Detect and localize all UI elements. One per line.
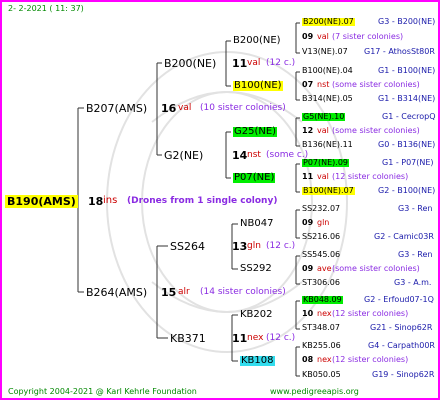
gen4-count: 12 (302, 126, 314, 135)
root-mating-abbr: ins (103, 195, 118, 206)
gen3-b1-id[interactable]: G25(NE) (233, 127, 278, 137)
gen4-count: 08 (302, 355, 314, 364)
dam-note: (14 sister colonies) (200, 287, 286, 297)
gen2-b-id[interactable]: G2(NE) (164, 150, 203, 161)
root-drone-count: 18 (88, 195, 104, 208)
gen4-count: 09 (302, 32, 314, 41)
gen2-a-note: (12 c.) (266, 58, 296, 68)
gen3-b2-id[interactable]: P07(NE) (233, 173, 276, 183)
gen4-link[interactable]: G3 - B200(NE) (378, 18, 435, 26)
sire-abbr: val (178, 103, 192, 113)
gen4-link[interactable]: G2 - B100(NE) (378, 187, 435, 195)
gen3-c2-id[interactable]: SS292 (240, 264, 272, 274)
gen4-count: 10 (302, 309, 314, 318)
gen4-note: (some sister colonies) (332, 126, 420, 135)
gen4-id[interactable]: V13(NE).07 (302, 48, 348, 56)
gen4-abbr: nst (317, 80, 330, 89)
gen2-b-abbr: nst (247, 150, 261, 160)
gen4-note: (12 sister colonies) (332, 309, 409, 318)
gen4-id[interactable]: P07(NE).09 (302, 159, 350, 167)
gen4-id[interactable]: KB255.06 (302, 342, 341, 350)
gen4-abbr: gln (317, 218, 330, 227)
gen4-abbr: ave (317, 264, 332, 273)
gen4-count: 09 (302, 264, 314, 273)
gen4-link[interactable]: G3 - Ren (398, 205, 432, 213)
gen4-id[interactable]: B100(NE).07 (302, 187, 355, 195)
gen4-id[interactable]: B100(NE).04 (302, 67, 353, 75)
print-date: 2- 2-2021 ( 11: 37) (8, 4, 84, 13)
gen4-link[interactable]: G0 - B136(NE) (378, 141, 435, 149)
dam-abbr: alr (178, 287, 190, 297)
gen4-id[interactable]: B136(NE).11 (302, 141, 353, 149)
gen4-count: 07 (302, 80, 314, 89)
gen4-note: (some sister colonies) (332, 264, 420, 273)
gen2-c-count: 13 (232, 240, 248, 253)
gen2-a-abbr: val (247, 58, 261, 68)
gen2-b-count: 14 (232, 149, 248, 162)
gen4-id[interactable]: ST306.06 (302, 279, 340, 287)
gen4-abbr: val (317, 172, 329, 181)
gen4-link[interactable]: G2 - Camic03R (374, 233, 434, 241)
gen4-id[interactable]: ST348.07 (302, 324, 340, 332)
copyright-text: Copyright 2004-2021 @ Karl Kehrle Founda… (8, 387, 197, 396)
gen4-note: (12 sister colonies) (332, 172, 409, 181)
gen4-id[interactable]: SS545.06 (302, 251, 340, 259)
gen2-d-id[interactable]: KB371 (170, 333, 206, 344)
gen4-link[interactable]: G21 - Sinop62R (370, 324, 432, 332)
root-note: (Drones from 1 single colony) (127, 196, 278, 206)
gen4-count: 09 (302, 218, 314, 227)
gen4-link[interactable]: G1 - B314(NE) (378, 95, 435, 103)
gen2-c-note: (12 c.) (266, 241, 296, 251)
gen3-d2-id[interactable]: KB108 (240, 356, 275, 366)
gen4-link[interactable]: G2 - Erfoud07-1Q (364, 296, 434, 304)
gen4-id[interactable]: B314(NE).05 (302, 95, 353, 103)
gen4-abbr: val (317, 32, 329, 41)
gen4-link[interactable]: G3 - Ren (398, 251, 432, 259)
site-url-link[interactable]: www.pedigreeapis.org (270, 388, 359, 396)
gen4-id[interactable]: G5(NE).10 (302, 113, 346, 121)
gen4-link[interactable]: G17 - AthosSt80R (364, 48, 435, 56)
pedigree-frame: 2- 2-2021 ( 11: 37) B190(AMS) 18 ins (Dr… (0, 0, 440, 400)
gen4-note: (12 sister colonies) (332, 355, 409, 364)
gen4-abbr: nex (317, 309, 332, 318)
gen4-id[interactable]: SS232.07 (302, 205, 340, 213)
gen2-c-abbr: gln (247, 241, 261, 251)
gen4-count: 11 (302, 172, 314, 181)
gen2-a-count: 11 (232, 57, 248, 70)
gen2-d-count: 11 (232, 332, 248, 345)
sire-id[interactable]: B207(AMS) (86, 103, 147, 114)
gen4-id[interactable]: KB050.05 (302, 371, 341, 379)
dam-count: 15 (161, 286, 177, 299)
gen4-id[interactable]: B200(NE).07 (302, 18, 355, 26)
gen2-a-id[interactable]: B200(NE) (164, 58, 216, 69)
sire-count: 16 (161, 102, 177, 115)
root-queen-id[interactable]: B190(AMS) (5, 195, 78, 208)
gen4-link[interactable]: G4 - Carpath00R (368, 342, 435, 350)
gen4-id[interactable]: SS216.06 (302, 233, 340, 241)
gen4-note: (some sister colonies) (332, 80, 420, 89)
sire-note: (10 sister colonies) (200, 103, 286, 113)
gen4-abbr: nex (317, 355, 332, 364)
gen4-link[interactable]: G3 - A.m. (394, 279, 431, 287)
gen4-link[interactable]: G1 - CecropQ (382, 113, 436, 121)
dam-id[interactable]: B264(AMS) (86, 287, 147, 298)
gen2-c-id[interactable]: SS264 (170, 241, 205, 252)
gen2-d-note: (12 c.) (266, 333, 296, 343)
gen3-d1-id[interactable]: KB202 (240, 310, 273, 320)
gen2-d-abbr: nex (247, 333, 264, 343)
gen4-link[interactable]: G19 - Sinop62R (372, 371, 434, 379)
gen4-note: (7 sister colonies) (332, 32, 404, 41)
gen3-c1-id[interactable]: NB047 (240, 219, 273, 229)
gen4-link[interactable]: G1 - B100(NE) (378, 67, 435, 75)
gen4-id[interactable]: KB048.09 (302, 296, 343, 304)
gen3-a1-id[interactable]: B200(NE) (233, 36, 281, 46)
gen4-abbr: val (317, 126, 329, 135)
gen4-link[interactable]: G1 - P07(NE) (382, 159, 434, 167)
gen3-a2-id[interactable]: B100(NE) (233, 81, 283, 91)
